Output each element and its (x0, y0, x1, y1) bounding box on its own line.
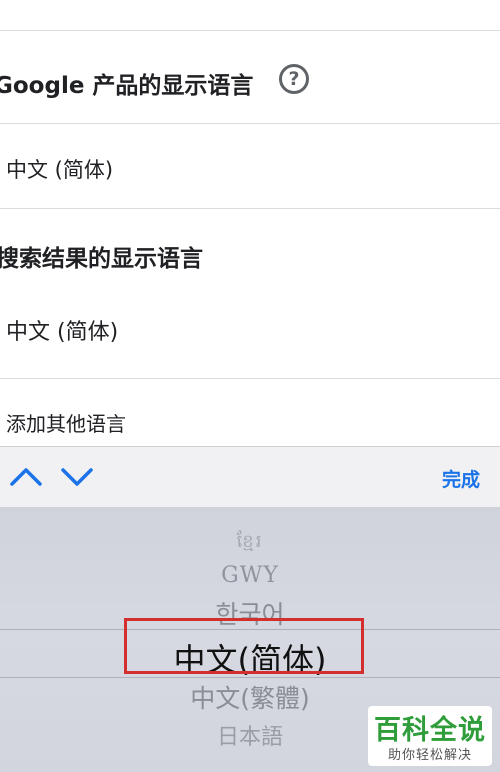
top-divider (0, 30, 500, 31)
picker-toolbar: 完成 (0, 446, 500, 508)
divider (0, 208, 500, 209)
selection-highlight-box (124, 618, 364, 674)
picker-option[interactable]: GWY (0, 563, 500, 588)
help-icon[interactable]: ? (279, 64, 309, 94)
watermark-title: 百科全说 (374, 715, 486, 746)
search-language-heading: 搜索结果的显示语言 (0, 246, 203, 272)
picker-option[interactable]: ខ្មែរ (0, 529, 500, 556)
chevron-down-icon[interactable] (60, 462, 94, 492)
divider (0, 123, 500, 124)
watermark-subtitle: 助你轻松解决 (387, 748, 472, 763)
watermark-logo: 百科全说 助你轻松解决 (368, 706, 492, 766)
product-language-value[interactable]: 中文 (简体) (6, 154, 113, 184)
search-language-value[interactable]: 中文 (简体) (6, 314, 118, 346)
add-language-link[interactable]: 添加其他语言 (6, 408, 126, 437)
divider (0, 378, 500, 379)
picker-selection-line (0, 677, 500, 678)
chevron-up-icon[interactable] (9, 462, 43, 492)
product-language-heading: Google 产品的显示语言 (0, 73, 254, 99)
done-button[interactable]: 完成 (442, 465, 480, 492)
